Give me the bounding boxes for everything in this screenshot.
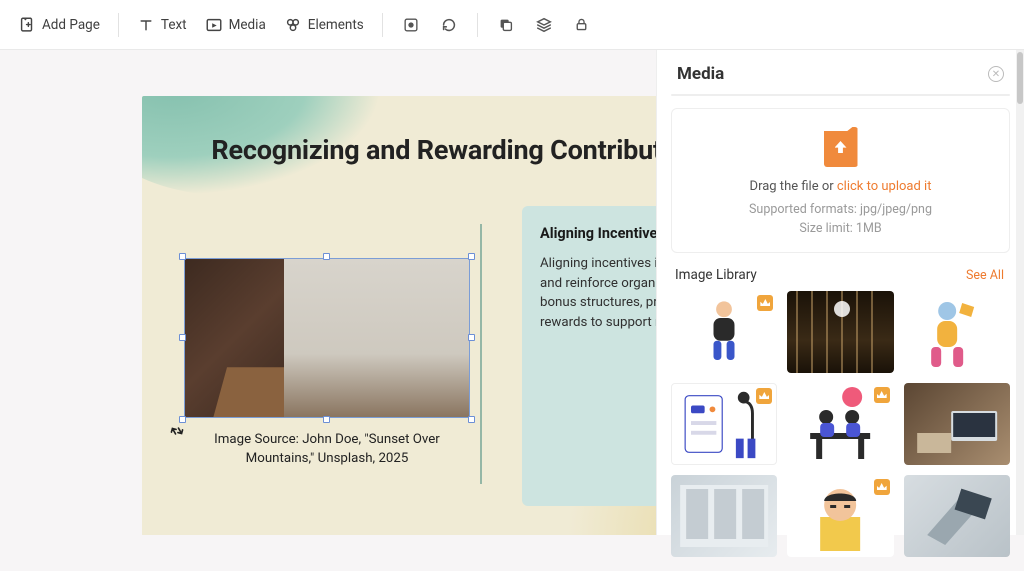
add-page-label: Add Page [42,17,100,33]
library-thumb[interactable] [904,383,1010,465]
card-heading: Aligning Incentives [540,224,656,244]
layers-icon[interactable] [534,15,554,35]
text-icon [137,16,155,34]
image-library-label: Image Library [675,267,757,283]
dropzone-text: Drag the file or click to upload it [682,179,999,194]
add-page-button[interactable]: Add Page [18,16,100,34]
media-panel: Media ✕ Image Video Audio Drag the file … [656,50,1024,535]
library-thumb[interactable] [787,383,893,465]
elements-icon [284,16,302,34]
copy-icon[interactable] [496,15,516,35]
panel-title: Media [677,64,724,84]
slide[interactable]: Recognizing and Rewarding Contributions … [142,96,656,535]
library-thumb[interactable] [671,291,777,373]
top-toolbar: Add Page Text Media Elements [0,0,1024,50]
dropzone-prefix: Drag the file or [750,179,837,194]
toolbar-separator [477,13,478,37]
panel-scrollbar[interactable] [1016,50,1024,535]
slide-title[interactable]: Recognizing and Rewarding Contributions [182,134,656,166]
dropzone-size: Size limit: 1MB [682,221,999,236]
toolbar-separator [118,13,119,37]
upload-link[interactable]: click to upload it [837,179,932,194]
toolbar-separator [382,13,383,37]
close-panel-button[interactable]: ✕ [988,66,1004,82]
add-page-icon [18,16,36,34]
library-thumb[interactable] [671,383,777,465]
upload-file-icon [824,127,858,167]
media-tool-label: Media [229,17,266,33]
conference-table [213,346,440,417]
refresh-icon[interactable] [439,15,459,35]
tab-video[interactable]: Video [784,95,897,96]
canvas-area[interactable]: Recognizing and Rewarding Contributions … [0,50,656,535]
premium-badge-icon [874,479,890,495]
premium-badge-icon [756,388,772,404]
meeting-room-photo [184,258,470,418]
text-tool-button[interactable]: Text [137,16,187,34]
tab-audio[interactable]: Audio [896,95,1009,96]
tab-image[interactable]: Image [672,95,784,96]
image-caption[interactable]: Image Source: John Doe, "Sunset Over Mou… [184,430,470,469]
media-icon [205,16,223,34]
premium-badge-icon [874,387,890,403]
premium-badge-icon [757,295,773,311]
selected-image-element[interactable] [184,258,470,418]
library-thumb[interactable] [787,475,893,557]
upload-dropzone[interactable]: Drag the file or click to upload it Supp… [671,108,1010,253]
record-icon[interactable] [401,15,421,35]
pie-chart-on-wall [395,277,437,319]
library-thumb[interactable] [787,291,893,373]
media-tool-button[interactable]: Media [205,16,266,34]
media-type-tabs: Image Video Audio [671,94,1010,96]
see-all-link[interactable]: See All [966,268,1004,283]
library-thumb[interactable] [904,475,1010,557]
dropzone-formats: Supported formats: jpg/jpeg/png [682,202,999,217]
elements-tool-label: Elements [308,17,364,33]
card-divider [480,224,482,484]
elements-tool-button[interactable]: Elements [284,16,364,34]
card-body: Aligning incentives is important to enco… [540,254,656,334]
text-tool-label: Text [161,17,187,33]
lock-icon[interactable] [572,15,592,35]
library-thumb[interactable] [671,475,777,557]
slide-text-card[interactable]: Aligning Incentives Aligning incentives … [522,206,656,506]
image-library-grid [657,291,1024,571]
library-thumb[interactable] [904,291,1010,373]
workspace: Recognizing and Rewarding Contributions … [0,50,1024,535]
